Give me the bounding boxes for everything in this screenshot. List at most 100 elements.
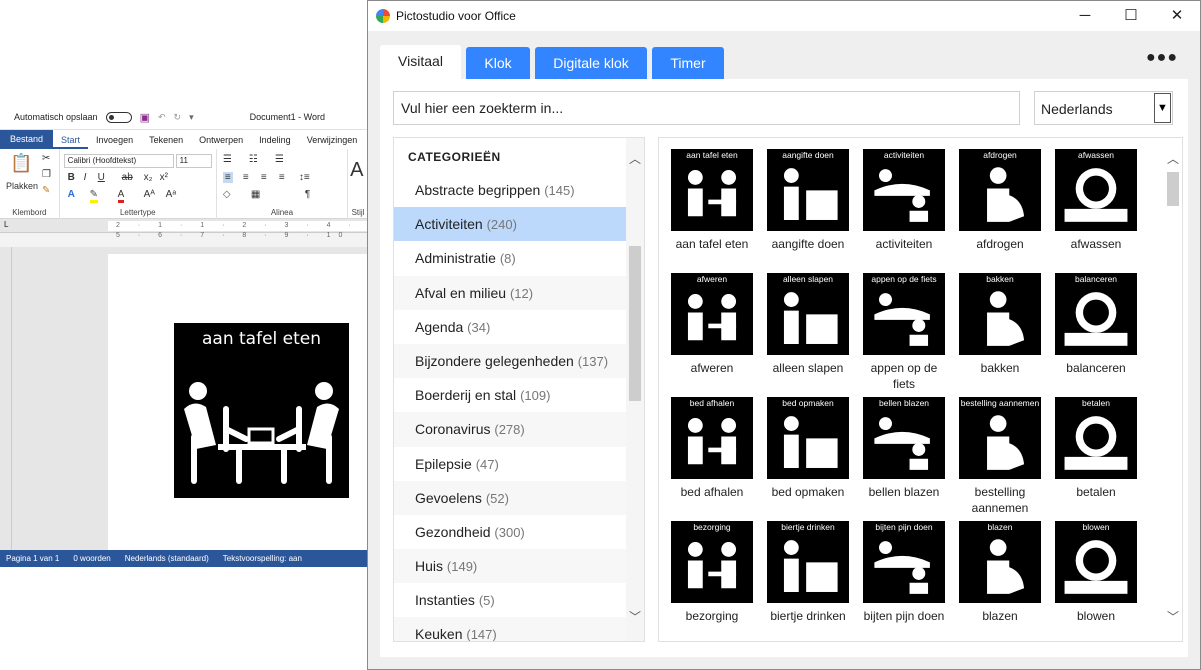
pictogram-image[interactable]: biertje drinken bbox=[767, 521, 849, 603]
pictogram-item[interactable]: biertje drinken biertje drinken bbox=[767, 521, 849, 624]
tab-tekenen[interactable]: Tekenen bbox=[141, 135, 191, 149]
undo-icon[interactable]: ↶ bbox=[158, 112, 166, 123]
tab-ontwerpen[interactable]: Ontwerpen bbox=[191, 135, 251, 149]
pictogram-item[interactable]: activiteiten activiteiten bbox=[863, 149, 945, 252]
pictogram-image[interactable]: balanceren bbox=[1055, 273, 1137, 355]
pilcrow-icon[interactable]: ¶ bbox=[305, 189, 310, 200]
italic-icon[interactable]: I bbox=[84, 172, 87, 183]
save-icon[interactable]: ▣ bbox=[140, 111, 150, 124]
subscript-icon[interactable]: x₂ bbox=[144, 172, 153, 183]
superscript-icon[interactable]: x² bbox=[160, 172, 168, 183]
pictogram-image[interactable]: bakken bbox=[959, 273, 1041, 355]
shading-icon[interactable]: ◇ bbox=[223, 189, 231, 200]
cut-icon[interactable]: ✂ bbox=[42, 153, 50, 164]
language-status[interactable]: Nederlands (standaard) bbox=[125, 554, 209, 563]
category-scrollbar[interactable]: ︿ ﹀ bbox=[626, 138, 644, 641]
pictogram-item[interactable]: bellen blazen bellen blazen bbox=[863, 397, 945, 500]
pictogram-image[interactable]: afdrogen bbox=[959, 149, 1041, 231]
pictogram-item[interactable]: bijten pijn doen bijten pijn doen bbox=[863, 521, 945, 624]
tab-stop-icon[interactable]: L bbox=[4, 220, 8, 229]
customize-qat-icon[interactable]: ▾ bbox=[189, 112, 194, 123]
styles-icon[interactable]: A bbox=[350, 159, 363, 182]
grid-scrollbar[interactable]: ︿ ﹀ bbox=[1164, 138, 1182, 641]
category-item[interactable]: Gezondheid (300) bbox=[394, 515, 627, 549]
pictogram-image[interactable]: appen op de fiets bbox=[863, 273, 945, 355]
justify-icon[interactable]: ≡ bbox=[279, 172, 285, 183]
pictogram-item[interactable]: bestelling aannemen bestelling aannemen bbox=[959, 397, 1041, 516]
pictogram-image[interactable]: bestelling aannemen bbox=[959, 397, 1041, 479]
bullets-icon[interactable]: ☰ bbox=[223, 154, 232, 165]
grid-scroll-up-icon[interactable]: ︿ bbox=[1164, 150, 1182, 168]
format-painter-icon[interactable]: ✎ bbox=[42, 185, 50, 196]
category-item[interactable]: Huis (149) bbox=[394, 549, 627, 584]
pictogram-item[interactable]: blazen blazen bbox=[959, 521, 1041, 624]
pictogram-item[interactable]: betalen betalen bbox=[1055, 397, 1137, 500]
page-count[interactable]: Pagina 1 van 1 bbox=[6, 554, 59, 563]
word-count[interactable]: 0 woorden bbox=[73, 554, 110, 563]
tab-bestand[interactable]: Bestand bbox=[0, 130, 54, 149]
pictogram-image[interactable]: betalen bbox=[1055, 397, 1137, 479]
pictogram-item[interactable]: bezorging bezorging bbox=[671, 521, 753, 624]
underline-icon[interactable]: U bbox=[98, 172, 105, 183]
category-item[interactable]: Instanties (5) bbox=[394, 583, 627, 617]
pictogram-item[interactable]: bakken bakken bbox=[959, 273, 1041, 376]
pictogram-item[interactable]: bed opmaken bed opmaken bbox=[767, 397, 849, 500]
align-right-icon[interactable]: ≡ bbox=[261, 172, 267, 183]
tab-indeling[interactable]: Indeling bbox=[251, 135, 299, 149]
tab-klok[interactable]: Klok bbox=[466, 47, 530, 79]
grow-font-icon[interactable]: Aᴬ bbox=[144, 189, 155, 200]
pictogram-image[interactable]: bed afhalen bbox=[671, 397, 753, 479]
tab-invoegen[interactable]: Invoegen bbox=[88, 135, 141, 149]
document-page[interactable]: aan tafel eten bbox=[108, 254, 368, 567]
category-item[interactable]: Abstracte begrippen (145) bbox=[394, 173, 627, 207]
grid-scroll-thumb[interactable] bbox=[1167, 172, 1179, 206]
pictogram-item[interactable]: alleen slapen alleen slapen bbox=[767, 273, 849, 376]
numbering-icon[interactable]: ☷ bbox=[249, 154, 258, 165]
paste-button[interactable]: Plakken bbox=[6, 181, 38, 191]
pictogram-item[interactable]: appen op de fiets appen op de fiets bbox=[863, 273, 945, 392]
pictogram-image[interactable]: alleen slapen bbox=[767, 273, 849, 355]
pictogram-image[interactable]: afwassen bbox=[1055, 149, 1137, 231]
scroll-up-icon[interactable]: ︿ bbox=[626, 150, 644, 168]
copy-icon[interactable]: ❐ bbox=[42, 169, 51, 180]
redo-icon[interactable]: ↻ bbox=[174, 112, 182, 123]
bold-icon[interactable]: B bbox=[68, 172, 75, 183]
pictogram-item[interactable]: afdrogen afdrogen bbox=[959, 149, 1041, 252]
highlight-icon[interactable]: ✎ bbox=[89, 189, 99, 203]
category-item[interactable]: Epilepsie (47) bbox=[394, 447, 627, 481]
pictogram-image[interactable]: bed opmaken bbox=[767, 397, 849, 479]
tab-start[interactable]: Start bbox=[53, 135, 89, 149]
category-item[interactable]: Bijzondere gelegenheden (137) bbox=[394, 343, 627, 379]
pictogram-image[interactable]: blowen bbox=[1055, 521, 1137, 603]
category-item[interactable]: Agenda (34) bbox=[394, 310, 627, 344]
pictogram-image[interactable]: activiteiten bbox=[863, 149, 945, 231]
close-icon[interactable]: ✕ bbox=[1154, 1, 1200, 31]
pictogram-image[interactable]: blazen bbox=[959, 521, 1041, 603]
line-spacing-icon[interactable]: ↕≡ bbox=[299, 172, 310, 183]
category-item[interactable]: Keuken (147) bbox=[394, 617, 627, 641]
more-options-icon[interactable]: ●●● bbox=[1146, 49, 1178, 67]
maximize-icon[interactable]: ☐ bbox=[1108, 1, 1154, 31]
text-prediction-status[interactable]: Tekstvoorspelling: aan bbox=[223, 554, 302, 563]
pictogram-item[interactable]: balanceren balanceren bbox=[1055, 273, 1137, 376]
strikethrough-icon[interactable]: ab bbox=[122, 172, 133, 183]
category-item[interactable]: Gevoelens (52) bbox=[394, 480, 627, 515]
pictogram-image[interactable]: aangifte doen bbox=[767, 149, 849, 231]
font-size-box[interactable]: 11 bbox=[175, 154, 212, 168]
tab-digitale-klok[interactable]: Digitale klok bbox=[535, 47, 647, 79]
search-input[interactable]: Vul hier een zoekterm in... bbox=[393, 91, 1020, 125]
category-item[interactable]: Activiteiten (240) bbox=[394, 207, 627, 242]
category-item[interactable]: Afval en milieu (12) bbox=[394, 275, 627, 310]
shrink-font-icon[interactable]: Aᵃ bbox=[166, 189, 176, 200]
category-item[interactable]: Coronavirus (278) bbox=[394, 412, 627, 447]
language-select[interactable]: Nederlands ▼ bbox=[1034, 91, 1173, 125]
pictogram-item[interactable]: aangifte doen aangifte doen bbox=[767, 149, 849, 252]
multilevel-list-icon[interactable]: ☰ bbox=[275, 154, 284, 165]
grid-scroll-down-icon[interactable]: ﹀ bbox=[1164, 608, 1182, 626]
pictogram-item[interactable]: afwassen afwassen bbox=[1055, 149, 1137, 252]
pictogram-item[interactable]: blowen blowen bbox=[1055, 521, 1137, 624]
tab-visitaal[interactable]: Visitaal bbox=[380, 45, 461, 79]
pictogram-image[interactable]: bezorging bbox=[671, 521, 753, 603]
pictogram-image[interactable]: aan tafel eten bbox=[671, 149, 753, 231]
pictogram-item[interactable]: afweren afweren bbox=[671, 273, 753, 376]
